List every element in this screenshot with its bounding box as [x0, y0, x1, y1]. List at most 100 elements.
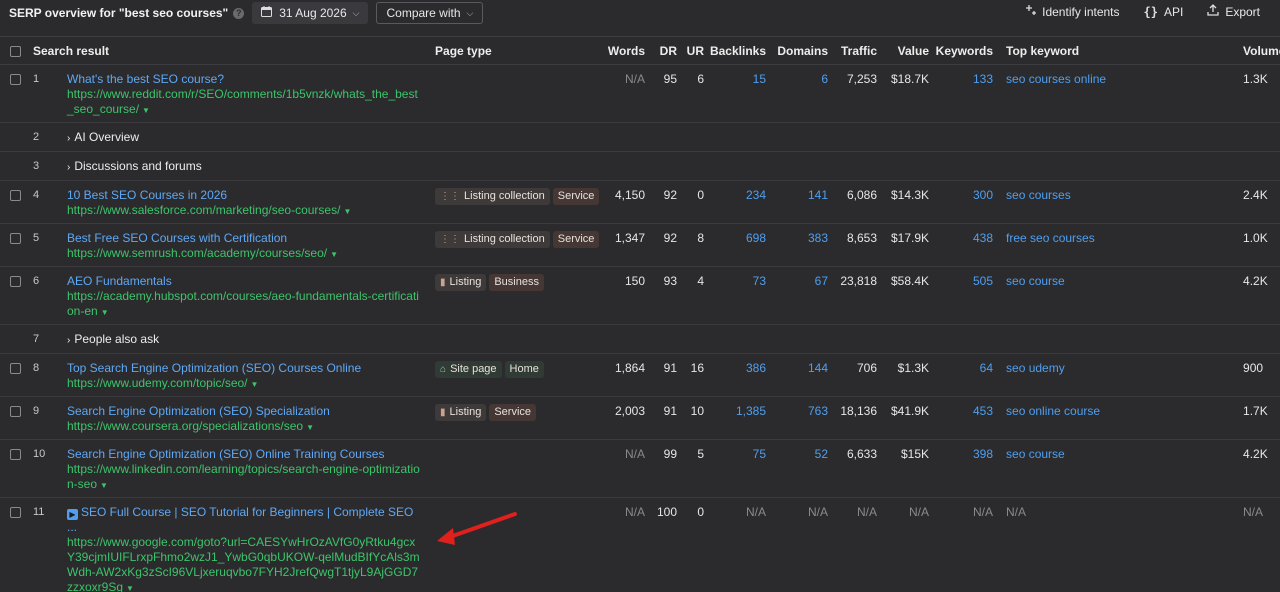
- cell-backlinks[interactable]: 234: [704, 180, 767, 224]
- cell-backlinks[interactable]: 386: [704, 353, 767, 397]
- export-icon: [1207, 4, 1219, 19]
- cell-domains[interactable]: 52: [766, 439, 829, 498]
- result-url-link[interactable]: https://www.coursera.org/specializations…: [67, 419, 303, 433]
- cell-top-keyword[interactable]: seo course: [993, 266, 1244, 325]
- group-row[interactable]: 7 › People also ask: [0, 324, 1280, 354]
- url-dropdown-icon[interactable]: ▼: [126, 584, 134, 592]
- result-url-link[interactable]: https://www.reddit.com/r/SEO/comments/1b…: [67, 87, 418, 116]
- page-type-tag: ⋮⋮ Listing collection: [435, 231, 550, 248]
- cell-top-keyword[interactable]: seo course: [993, 439, 1244, 498]
- result-url-link[interactable]: https://www.semrush.com/academy/courses/…: [67, 246, 327, 260]
- page-type-tag: ▮ Listing: [435, 274, 487, 291]
- group-label[interactable]: People also ask: [74, 332, 159, 346]
- api-button[interactable]: {} API: [1144, 4, 1184, 19]
- cell-keywords[interactable]: 453: [929, 396, 994, 440]
- compare-with-button[interactable]: Compare with ⌵: [376, 2, 484, 24]
- url-dropdown-icon[interactable]: ▼: [142, 106, 150, 115]
- cell-backlinks[interactable]: 698: [704, 223, 767, 267]
- row-checkbox[interactable]: [10, 276, 21, 287]
- result-title-link[interactable]: SEO Full Course | SEO Tutorial for Begin…: [67, 505, 413, 534]
- cell-top-keyword[interactable]: seo udemy: [993, 353, 1244, 397]
- result-url-link[interactable]: https://www.linkedin.com/learning/topics…: [67, 462, 420, 491]
- result-title-link[interactable]: Search Engine Optimization (SEO) Online …: [67, 447, 421, 462]
- chevron-right-icon[interactable]: ›: [67, 133, 70, 144]
- row-checkbox[interactable]: [10, 190, 21, 201]
- cell-domains[interactable]: 67: [766, 266, 829, 325]
- col-top-keyword[interactable]: Top keyword: [993, 36, 1244, 65]
- col-search-result[interactable]: Search result: [33, 36, 436, 65]
- url-dropdown-icon[interactable]: ▼: [251, 380, 259, 389]
- cell-top-keyword[interactable]: seo online course: [993, 396, 1244, 440]
- url-dropdown-icon[interactable]: ▼: [343, 207, 351, 216]
- result-title-link[interactable]: 10 Best SEO Courses in 2026: [67, 188, 421, 203]
- cell-domains[interactable]: 763: [766, 396, 829, 440]
- cell-keywords[interactable]: 398: [929, 439, 994, 498]
- row-checkbox[interactable]: [10, 233, 21, 244]
- page-subtype-tag: Service: [552, 188, 600, 205]
- row-checkbox[interactable]: [10, 406, 21, 417]
- cell-traffic: 706: [828, 353, 878, 397]
- date-picker-button[interactable]: 31 Aug 2026 ⌵: [252, 2, 369, 24]
- table-header: Search result Page type Words DR UR Back…: [0, 36, 1280, 65]
- cell-top-keyword[interactable]: seo courses: [993, 180, 1244, 224]
- group-row[interactable]: 3 › Discussions and forums: [0, 151, 1280, 181]
- result-title-link[interactable]: Search Engine Optimization (SEO) Special…: [67, 404, 421, 419]
- cell-backlinks[interactable]: 73: [704, 266, 767, 325]
- col-words[interactable]: Words: [607, 36, 646, 65]
- cell-keywords[interactable]: 133: [929, 64, 994, 123]
- cell-value: $58.4K: [877, 266, 930, 325]
- row-checkbox[interactable]: [10, 507, 21, 518]
- row-checkbox[interactable]: [10, 363, 21, 374]
- result-title-link[interactable]: Best Free SEO Courses with Certification: [67, 231, 421, 246]
- col-traffic[interactable]: Traffic: [828, 36, 878, 65]
- group-label[interactable]: Discussions and forums: [74, 159, 201, 173]
- page-title: SERP overview for "best seo courses": [9, 6, 229, 20]
- row-checkbox[interactable]: [10, 74, 21, 85]
- result-url-link[interactable]: https://www.google.com/goto?url=CAESYwHr…: [67, 535, 420, 592]
- cell-keywords[interactable]: 300: [929, 180, 994, 224]
- page-type-tag: ⋮⋮ Listing collection: [435, 188, 550, 205]
- group-label[interactable]: AI Overview: [74, 130, 139, 144]
- col-domains[interactable]: Domains: [766, 36, 829, 65]
- cell-backlinks[interactable]: 15: [704, 64, 767, 123]
- col-page-type[interactable]: Page type: [435, 36, 608, 65]
- col-ur[interactable]: UR: [677, 36, 705, 65]
- result-url-link[interactable]: https://www.udemy.com/topic/seo/: [67, 376, 248, 390]
- col-value[interactable]: Value: [877, 36, 930, 65]
- video-play-icon: ▶: [67, 509, 78, 520]
- col-backlinks[interactable]: Backlinks: [704, 36, 767, 65]
- col-keywords[interactable]: Keywords: [929, 36, 994, 65]
- group-row[interactable]: 2 › AI Overview: [0, 122, 1280, 152]
- result-title-link[interactable]: What's the best SEO course?: [67, 72, 421, 87]
- row-checkbox[interactable]: [10, 449, 21, 460]
- cell-domains[interactable]: 383: [766, 223, 829, 267]
- result-url-link[interactable]: https://www.salesforce.com/marketing/seo…: [67, 203, 340, 217]
- cell-domains[interactable]: 141: [766, 180, 829, 224]
- url-dropdown-icon[interactable]: ▼: [330, 250, 338, 259]
- chevron-right-icon[interactable]: ›: [67, 335, 70, 346]
- chevron-right-icon[interactable]: ›: [67, 162, 70, 173]
- col-volume[interactable]: Volume: [1243, 36, 1280, 65]
- result-url-link[interactable]: https://academy.hubspot.com/courses/aeo-…: [67, 289, 419, 318]
- identify-intents-button[interactable]: Identify intents: [1024, 4, 1120, 19]
- select-all-checkbox[interactable]: [10, 45, 21, 57]
- export-button[interactable]: Export: [1207, 4, 1260, 19]
- cell-backlinks[interactable]: 1,385: [704, 396, 767, 440]
- result-title-link[interactable]: AEO Fundamentals: [67, 274, 421, 289]
- col-dr[interactable]: DR: [645, 36, 678, 65]
- cell-keywords[interactable]: 64: [929, 353, 994, 397]
- cell-domains[interactable]: 6: [766, 64, 829, 123]
- cell-top-keyword[interactable]: seo courses online: [993, 64, 1244, 123]
- cell-backlinks[interactable]: 75: [704, 439, 767, 498]
- result-title-link[interactable]: Top Search Engine Optimization (SEO) Cou…: [67, 361, 421, 376]
- cell-keywords[interactable]: 438: [929, 223, 994, 267]
- url-dropdown-icon[interactable]: ▼: [306, 423, 314, 432]
- cell-dr: 95: [645, 64, 678, 123]
- url-dropdown-icon[interactable]: ▼: [100, 481, 108, 490]
- help-icon[interactable]: ?: [233, 7, 245, 19]
- table-row: 11 ▶ SEO Full Course | SEO Tutorial for B…: [0, 497, 1280, 592]
- cell-top-keyword[interactable]: free seo courses: [993, 223, 1244, 267]
- cell-domains[interactable]: 144: [766, 353, 829, 397]
- cell-keywords[interactable]: 505: [929, 266, 994, 325]
- url-dropdown-icon[interactable]: ▼: [101, 308, 109, 317]
